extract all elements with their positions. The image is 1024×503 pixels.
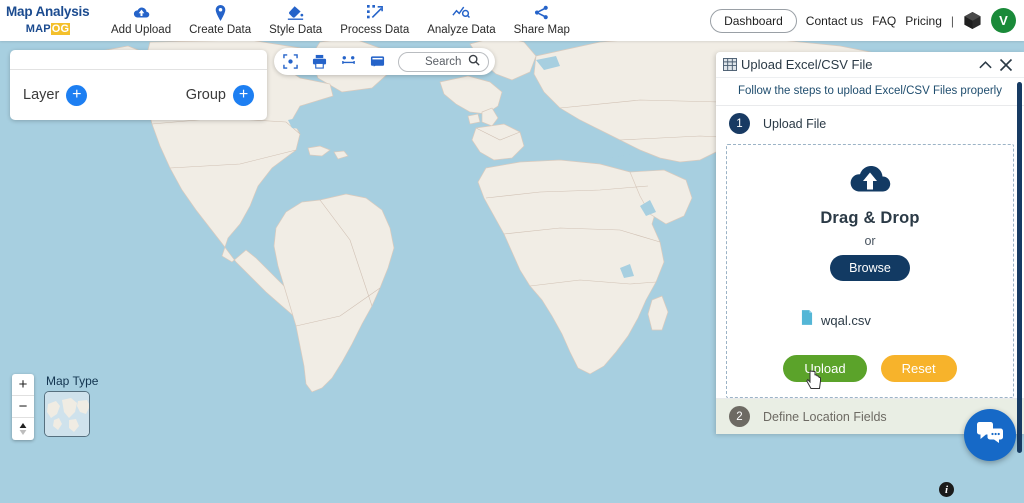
header-separator: | bbox=[950, 13, 954, 28]
upload-panel-scrollbar[interactable] bbox=[1017, 82, 1022, 453]
map-type-label: Map Type bbox=[46, 374, 99, 388]
selected-file-row: wqal.csv bbox=[793, 310, 871, 330]
layer-panel-row: Layer + Group + bbox=[10, 70, 267, 120]
upload-panel-title: Upload Excel/CSV File bbox=[741, 57, 873, 72]
search-placeholder: Search bbox=[425, 55, 462, 68]
main-nav: Add Upload Create Data Style Data Proces… bbox=[102, 4, 579, 37]
upload-panel-subtitle: Follow the steps to upload Excel/CSV Fil… bbox=[738, 85, 1002, 97]
mouse-cursor bbox=[806, 370, 824, 397]
step-number-2: 2 bbox=[729, 406, 750, 427]
file-csv-icon bbox=[801, 310, 813, 330]
nav-label-process-data: Process Data bbox=[340, 23, 410, 36]
search-input[interactable]: Search bbox=[398, 51, 490, 72]
zoom-in-button[interactable]: + bbox=[12, 374, 34, 396]
paint-bucket-icon bbox=[287, 5, 304, 21]
nav-label-analyze-data: Analyze Data bbox=[427, 23, 496, 36]
brand-logo[interactable]: Map Analysis MAPOG bbox=[0, 3, 96, 37]
map-pin-icon bbox=[214, 4, 227, 21]
info-badge[interactable]: i bbox=[939, 482, 954, 497]
step-label-define-location-fields: Define Location Fields bbox=[763, 409, 887, 424]
print-icon[interactable] bbox=[309, 52, 329, 72]
browse-button[interactable]: Browse bbox=[830, 255, 910, 281]
close-icon[interactable] bbox=[996, 58, 1016, 72]
compass-reset-button[interactable] bbox=[12, 418, 34, 440]
logo-title: Map Analysis bbox=[6, 3, 90, 19]
chat-widget-button[interactable] bbox=[964, 409, 1016, 461]
fullscreen-focus-icon[interactable] bbox=[280, 52, 300, 72]
add-layer-button[interactable]: + bbox=[66, 84, 88, 106]
group-label: Group bbox=[185, 87, 226, 103]
step-number-1: 1 bbox=[729, 113, 750, 134]
layer-label: Layer bbox=[23, 87, 60, 103]
map-type-thumbnail[interactable] bbox=[44, 391, 90, 437]
logo-map-text: MAP bbox=[25, 22, 51, 35]
upload-excel-csv-panel: Upload Excel/CSV File Follow the steps t… bbox=[716, 52, 1024, 453]
upload-panel-header: Upload Excel/CSV File bbox=[716, 52, 1024, 78]
zoom-controls: + − bbox=[12, 374, 34, 440]
add-group-button[interactable]: + bbox=[233, 84, 254, 106]
cloud-upload-icon bbox=[133, 5, 150, 21]
pricing-link[interactable]: Pricing bbox=[905, 14, 942, 28]
upload-button[interactable]: Upload bbox=[783, 355, 867, 382]
chat-bubbles-icon bbox=[976, 421, 1004, 450]
nav-item-process-data[interactable]: Process Data bbox=[331, 4, 418, 37]
group-control[interactable]: Group + bbox=[185, 84, 254, 106]
file-dropzone[interactable]: Drag & Drop or Browse wqal.csv Upload Re… bbox=[726, 144, 1014, 398]
nav-item-analyze-data[interactable]: Analyze Data bbox=[418, 5, 504, 37]
avatar[interactable]: V bbox=[991, 8, 1016, 33]
dashboard-button[interactable]: Dashboard bbox=[710, 8, 797, 33]
nav-label-add-upload: Add Upload bbox=[111, 23, 172, 36]
nav-label-create-data: Create Data bbox=[189, 23, 252, 36]
dropzone-or-label: or bbox=[864, 234, 876, 248]
zoom-out-button[interactable]: − bbox=[12, 396, 34, 418]
top-header: Map Analysis MAPOG Add Upload Create Dat… bbox=[0, 0, 1024, 41]
nav-label-style-data: Style Data bbox=[269, 23, 323, 36]
spreadsheet-icon bbox=[723, 58, 737, 71]
measure-distance-icon[interactable] bbox=[338, 52, 358, 72]
nav-item-create-data[interactable]: Create Data bbox=[180, 4, 260, 37]
step-row-upload-file[interactable]: 1 Upload File bbox=[716, 105, 1024, 141]
contact-us-link[interactable]: Contact us bbox=[806, 14, 863, 28]
header-right-group: Dashboard Contact us FAQ Pricing | V bbox=[710, 8, 1024, 33]
layer-panel: Layer + Group + bbox=[10, 50, 267, 120]
comment-icon[interactable] bbox=[367, 52, 387, 72]
app-root: Map Analysis MAPOG Add Upload Create Dat… bbox=[0, 0, 1024, 503]
chevron-up-icon[interactable] bbox=[975, 59, 996, 71]
layer-panel-header bbox=[10, 50, 267, 70]
step-label-upload-file: Upload File bbox=[763, 116, 827, 131]
search-icon[interactable] bbox=[468, 54, 481, 69]
analytics-icon bbox=[452, 5, 471, 21]
selected-file-name: wqal.csv bbox=[821, 312, 871, 328]
faq-link[interactable]: FAQ bbox=[872, 14, 896, 28]
layer-control[interactable]: Layer + bbox=[23, 84, 88, 106]
dropzone-title: Drag & Drop bbox=[820, 209, 920, 227]
nav-label-share-map: Share Map bbox=[513, 23, 570, 36]
cloud-upload-icon bbox=[848, 163, 892, 201]
map-toolbar: Search bbox=[274, 48, 496, 75]
cube-icon[interactable] bbox=[963, 11, 982, 30]
nav-item-share-map[interactable]: Share Map bbox=[505, 5, 579, 37]
nav-item-style-data[interactable]: Style Data bbox=[260, 5, 331, 37]
share-icon bbox=[534, 5, 549, 21]
nav-item-add-upload[interactable]: Add Upload bbox=[102, 5, 180, 37]
transform-icon bbox=[366, 4, 383, 21]
reset-button[interactable]: Reset bbox=[880, 355, 957, 382]
map-type-control: Map Type bbox=[44, 374, 98, 437]
logo-og-text: OG bbox=[50, 22, 71, 35]
